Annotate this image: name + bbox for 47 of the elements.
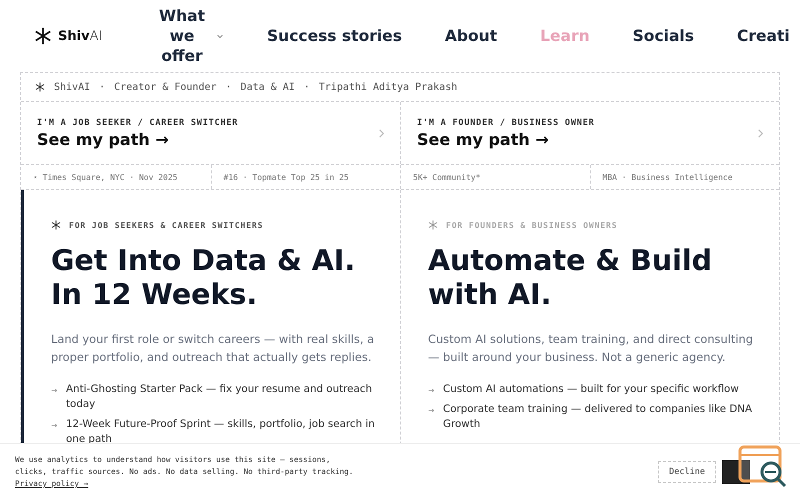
stat-text: #16 · Topmate Top 25 in 25 — [224, 172, 349, 182]
chevron-right-icon — [377, 128, 386, 138]
accept-button[interactable] — [722, 460, 750, 484]
decline-button[interactable]: Decline — [658, 461, 716, 483]
bullet-text: Anti-Ghosting Starter Pack — fix your resume and outreach today — [66, 382, 373, 412]
asterisk-icon — [35, 82, 45, 92]
nav-link[interactable]: About — [444, 27, 498, 45]
separator-dot: · — [304, 82, 310, 92]
path-eyebrow: I'M A JOB SEEKER / CAREER SWITCHER — [37, 118, 238, 128]
path-card[interactable]: I'M A JOB SEEKER / CAREER SWITCHER See my path → — [21, 102, 400, 164]
asterisk-icon — [51, 220, 61, 230]
asterisk-icon — [428, 220, 438, 230]
logo[interactable]: ShivAI — [34, 27, 124, 45]
stat-text: MBA · Business Intelligence — [602, 172, 733, 182]
nav-link[interactable]: Socials — [632, 27, 694, 45]
separator-dot: · — [99, 82, 106, 92]
path-card[interactable]: I'M A FOUNDER / BUSINESS OWNER See my path → — [400, 102, 779, 164]
breadcrumb-text: Creator & Founder — [114, 82, 217, 92]
bullet-text: Corporate team training — delivered to companies like DNA Growth — [443, 402, 754, 432]
stat-text: 5K+ Community* — [413, 172, 480, 182]
lead-paragraph: Custom AI solutions, team training, and direct consulting — built around your business. Not a generic agency. — [428, 331, 754, 366]
nav-link[interactable]: Success stories — [267, 27, 402, 45]
separator-dot: · — [226, 82, 232, 92]
arrow-icon — [428, 387, 435, 394]
bullet-text: 12-Week Future-Proof Sprint — skills, portfolio, job search in one path — [66, 417, 376, 447]
bullet-text: Custom AI automations — built for your specific workflow — [443, 382, 739, 397]
breadcrumb-text: Tripathi Aditya Prakash — [318, 82, 458, 92]
breadcrumb-text: Data & AI — [240, 82, 295, 92]
headline: Automate & Build with AI. — [428, 244, 714, 312]
panel-tag: FOR JOB SEEKERS & CAREER SWITCHERS — [69, 220, 264, 230]
nav-link[interactable]: What we offer — [154, 6, 224, 66]
chevron-right-icon — [756, 128, 765, 138]
headline: Get Into Data & AI. In 12 Weeks. — [51, 244, 356, 312]
panel-tag: FOR FOUNDERS & BUSINESS OWNERS — [446, 220, 618, 230]
nav-link[interactable]: Creati — [736, 27, 790, 45]
breadcrumb-text: ShivAI — [54, 82, 90, 92]
search-widget-icon[interactable] — [738, 445, 788, 489]
path-title: See my path → — [37, 130, 170, 148]
asterisk-logo-icon — [34, 27, 52, 45]
path-title: See my path → — [417, 130, 550, 148]
arrow-icon — [51, 422, 58, 429]
arrow-icon — [51, 387, 58, 394]
stat-text: ⋆ Times Square, NYC · Nov 2025 — [33, 172, 178, 182]
logo-text: ShivAI — [58, 28, 102, 44]
path-eyebrow: I'M A FOUNDER / BUSINESS OWNER — [417, 118, 595, 128]
lead-paragraph: Land your first role or switch careers — with real skills, a proper portfolio, and outreach that actually gets replies. — [51, 331, 376, 366]
arrow-icon — [428, 407, 435, 414]
